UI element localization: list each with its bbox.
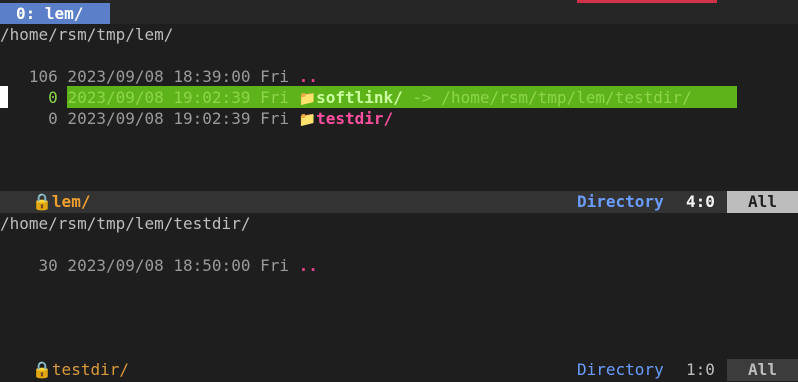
testdir-name[interactable]: testdir/ <box>316 109 393 128</box>
scroll-position: All <box>727 359 798 381</box>
entry-meta: 106 2023/09/08 18:39:00 Fri <box>0 67 299 86</box>
parent-dir-link[interactable]: .. <box>299 67 318 86</box>
lock-icon: 🔒 <box>32 360 52 379</box>
parent-dir-link[interactable]: .. <box>299 256 318 275</box>
entry-meta: 0 2023/09/08 19:02:39 Fri <box>0 109 299 128</box>
buffer-label: lem/ <box>51 192 91 211</box>
major-mode: Directory <box>577 360 664 379</box>
buffer-label: testdir/ <box>51 360 129 379</box>
cursor-position: 1:0 <box>686 360 715 379</box>
lock-icon: 🔒 <box>32 192 52 211</box>
tab-bar: 0: lem/ <box>0 0 798 24</box>
entry-meta: 0 2023/09/08 19:02:39 Fri <box>0 88 299 107</box>
top-pane-path: /home/rsm/tmp/lem/ <box>0 25 174 44</box>
folder-icon: 📁 <box>298 91 317 107</box>
scroll-position: All <box>727 191 798 213</box>
list-item-parent[interactable]: 30 2023/09/08 18:50:00 Fri .. <box>0 254 318 278</box>
softlink-name[interactable]: softlink/ <box>316 88 403 107</box>
buffer-name: 🔒lem/ <box>32 191 90 213</box>
tab-lem[interactable]: 0: lem/ <box>0 3 110 24</box>
tab-indicator <box>577 0 717 3</box>
entry-meta: 30 2023/09/08 18:50:00 Fri <box>0 256 299 275</box>
softlink-target: -> /home/rsm/tmp/lem/testdir/ <box>402 88 692 107</box>
folder-icon: 📁 <box>298 112 317 128</box>
bottom-pane-path: /home/rsm/tmp/lem/testdir/ <box>0 214 251 233</box>
buffer-name: 🔒testdir/ <box>32 359 129 381</box>
top-modeline: 🔒lem/ Directory 4:0 All <box>0 191 798 213</box>
cursor-position: 4:0 <box>686 192 715 211</box>
bottom-modeline: 🔒testdir/ Directory 1:0 All <box>0 359 798 381</box>
list-item-testdir[interactable]: 0 2023/09/08 19:02:39 Fri 📁testdir/ <box>0 107 393 131</box>
major-mode: Directory <box>577 192 664 211</box>
